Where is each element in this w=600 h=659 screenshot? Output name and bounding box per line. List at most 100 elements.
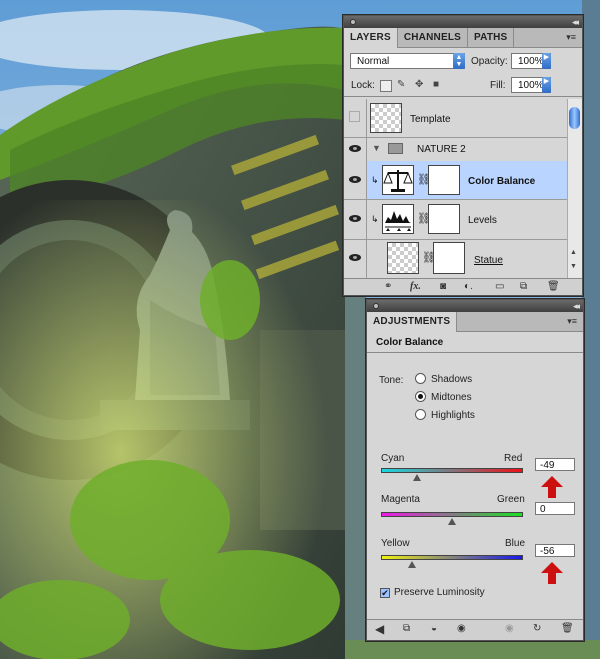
tone-label: Tone: [379, 375, 404, 386]
expand-triangle-icon[interactable]: ▼ [372, 143, 381, 153]
eye-icon[interactable]: ◉ [457, 623, 466, 635]
clip-to-layer-icon[interactable]: ◒ [431, 623, 437, 635]
collapse-icon[interactable]: ◂◂ [572, 17, 579, 28]
adjustment-icon[interactable]: ◐. [464, 281, 473, 293]
visibility-toggle[interactable] [344, 239, 367, 279]
yellow-blue-value[interactable]: -56 [535, 544, 575, 557]
layer-row-color-balance[interactable]: ↳ ⛓ Color Balance [344, 161, 568, 200]
cyan-red-slider[interactable] [381, 468, 523, 473]
visibility-toggle[interactable] [344, 99, 367, 137]
clip-arrow-icon: ↳ [371, 175, 379, 185]
tab-adjustments[interactable]: ADJUSTMENTS [367, 312, 458, 332]
scales-icon [382, 165, 414, 195]
tab-channels[interactable]: CHANNELS [398, 28, 469, 47]
view-previous-icon[interactable]: ◉ [505, 623, 514, 635]
tab-layers[interactable]: LAYERS [344, 28, 398, 48]
trash-icon[interactable]: 🗑 [561, 623, 574, 635]
red-arrow-up-icon [541, 476, 563, 498]
blend-mode-select[interactable]: Normal ▲ ▼ [350, 53, 465, 69]
visibility-toggle[interactable] [344, 199, 367, 239]
divider [367, 352, 583, 353]
layer-row-statue[interactable]: ⛓ Statue [344, 239, 568, 279]
layers-list: Template ▼ NATURE 2 ↳ ⛓ Color Balance ↳ … [344, 99, 568, 281]
expand-view-icon[interactable]: ⧉ [403, 623, 410, 635]
panel-menu-icon[interactable]: ▾≡ [566, 32, 576, 43]
tone-radio-highlights[interactable] [415, 409, 426, 420]
layers-scrollbar[interactable]: ▲ ▼ [567, 99, 582, 281]
eye-icon [349, 176, 361, 183]
slider-knob[interactable] [408, 561, 416, 568]
close-icon[interactable] [373, 303, 379, 309]
red-arrow-up-icon [541, 562, 563, 584]
fill-field[interactable]: 100% ▶ [511, 77, 551, 93]
hidden-eye-box-icon [349, 111, 360, 122]
slider-right-label: Red [504, 453, 523, 464]
panel-menu-icon[interactable]: ▾≡ [567, 316, 577, 327]
preserve-luminosity-label: Preserve Luminosity [394, 587, 485, 598]
clip-arrow-icon: ↳ [371, 214, 379, 224]
layer-thumbnail [370, 103, 402, 133]
collapse-icon[interactable]: ◂◂ [573, 301, 580, 312]
new-layer-icon[interactable]: ⧉ [520, 281, 527, 293]
lock-transparency-icon[interactable] [380, 80, 392, 92]
opacity-field[interactable]: 100% ▶ [511, 53, 551, 69]
visibility-toggle[interactable] [344, 137, 367, 161]
link-icon[interactable]: ⚭ [384, 281, 392, 293]
lock-pixels-icon[interactable]: ✎ [397, 80, 407, 90]
lock-row: Lock: ✎ ✥ ■ Fill: 100% ▶ [344, 74, 582, 97]
opacity-value: 100% [518, 56, 544, 67]
layer-row-levels[interactable]: ↳ ⛓ Levels [344, 199, 568, 240]
adjustment-title: Color Balance [376, 337, 444, 348]
layer-mask-thumbnail [428, 204, 460, 234]
scroll-thumb[interactable] [569, 107, 580, 129]
scroll-down-icon[interactable]: ▼ [570, 263, 577, 270]
adjustments-footer: ◀ ⧉ ◒ ◉ ◉ ↻ 🗑 [367, 619, 583, 640]
layers-panel-titlebar[interactable]: ◂◂ [344, 16, 582, 28]
dropdown-arrow-icon: ▶ [542, 77, 551, 93]
preserve-luminosity-checkbox[interactable]: ✔ [380, 588, 390, 598]
slider-knob[interactable] [448, 518, 456, 525]
lock-label: Lock: [351, 80, 375, 91]
layers-tabbar: LAYERS CHANNELS PATHS ▾≡ [344, 28, 582, 48]
magenta-green-value[interactable]: 0 [535, 502, 575, 515]
fill-label: Fill: [490, 80, 506, 91]
tone-radio-shadows[interactable] [415, 373, 426, 384]
back-arrow-icon[interactable]: ◀ [375, 623, 384, 635]
eye-icon [349, 254, 361, 261]
slider-left-label: Magenta [381, 494, 420, 505]
tone-option-midtones: Midtones [431, 392, 472, 403]
slider-knob[interactable] [413, 474, 421, 481]
yellow-blue-slider[interactable] [381, 555, 523, 560]
opacity-label: Opacity: [471, 56, 508, 67]
magenta-green-slider[interactable] [381, 512, 523, 517]
select-arrows-icon: ▲ ▼ [453, 53, 465, 69]
lock-all-icon[interactable]: ■ [433, 80, 443, 90]
trash-icon[interactable]: 🗑 [547, 281, 560, 293]
reset-icon[interactable]: ↻ [533, 623, 541, 635]
slider-left-label: Yellow [381, 538, 410, 549]
layer-row-template[interactable]: Template [344, 99, 568, 138]
folder-icon [388, 143, 403, 154]
tone-option-highlights: Highlights [431, 410, 475, 421]
visibility-toggle[interactable] [344, 161, 367, 199]
layer-row-group[interactable]: ▼ NATURE 2 [344, 137, 568, 162]
group-icon[interactable]: ▭ [495, 281, 504, 293]
group-name: NATURE 2 [417, 144, 466, 155]
cyan-red-value[interactable]: -49 [535, 458, 575, 471]
adjustments-panel: ◂◂ ADJUSTMENTS ▾≡ Color Balance Tone: Sh… [366, 299, 584, 641]
fill-value: 100% [518, 80, 544, 91]
slider-right-label: Green [497, 494, 525, 505]
tone-option-shadows: Shadows [431, 374, 473, 385]
blend-mode-value: Normal [357, 56, 390, 67]
eye-icon [349, 215, 361, 222]
close-icon[interactable] [350, 19, 356, 25]
adjustments-titlebar[interactable]: ◂◂ [367, 300, 583, 312]
scroll-up-icon[interactable]: ▲ [570, 249, 577, 256]
tone-radio-midtones[interactable] [415, 391, 426, 402]
tab-paths[interactable]: PATHS [468, 28, 515, 47]
mask-icon[interactable]: ◙ [440, 281, 446, 293]
fx-icon[interactable]: fx. [410, 281, 421, 293]
lock-position-icon[interactable]: ✥ [415, 80, 425, 90]
layer-name: Statue [474, 255, 503, 266]
blend-row: Normal ▲ ▼ Opacity: 100% ▶ [344, 48, 582, 74]
